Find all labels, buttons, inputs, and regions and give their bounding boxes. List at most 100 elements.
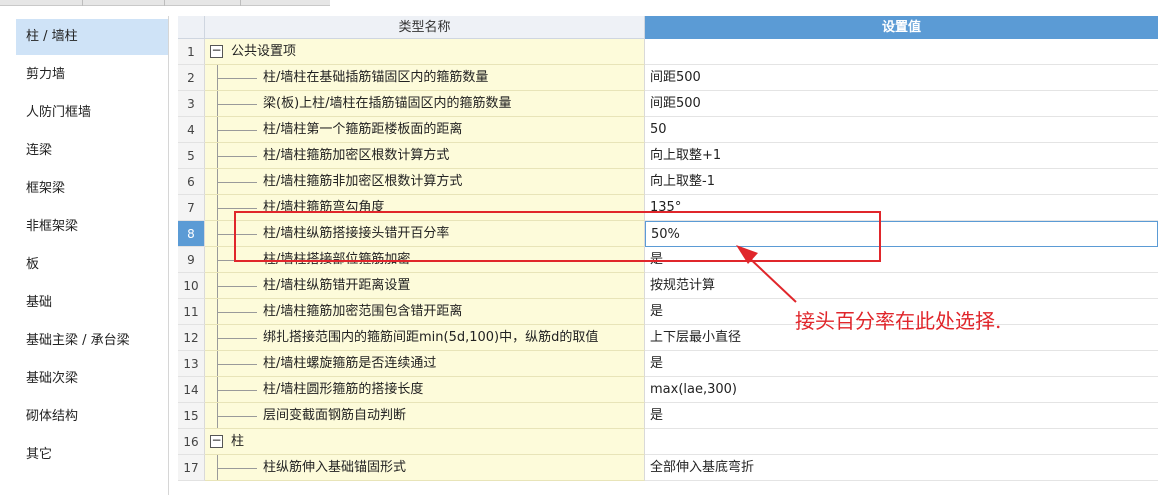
- sidebar-item[interactable]: 剪力墙: [16, 57, 168, 93]
- sidebar-item[interactable]: 基础次梁: [16, 361, 168, 397]
- setting-name-label: 梁(板)上柱/墙柱在插筋锚固区内的箍筋数量: [263, 96, 512, 111]
- table-row[interactable]: 9 柱/墙柱搭接部位箍筋加密 是: [178, 247, 1158, 273]
- type-name-cell[interactable]: 绑扎搭接范围内的箍筋间距min(5d,100)中，纵筋d的取值: [205, 325, 645, 351]
- tree-guide-tick: [217, 260, 257, 261]
- tree-guide-tick: [217, 104, 257, 105]
- collapse-toggle-icon[interactable]: −: [210, 434, 223, 448]
- setting-value-cell[interactable]: 间距500: [645, 65, 1158, 91]
- table-row[interactable]: 11 柱/墙柱箍筋加密范围包含错开距离是: [178, 299, 1158, 325]
- row-number[interactable]: 14: [178, 377, 205, 403]
- type-name-cell[interactable]: 柱/墙柱纵筋错开距离设置: [205, 273, 645, 299]
- row-number[interactable]: 15: [178, 403, 205, 429]
- row-number[interactable]: 12: [178, 325, 205, 351]
- setting-name-label: 柱/墙柱纵筋错开距离设置: [263, 278, 411, 293]
- setting-name-label: 柱/墙柱箍筋非加密区根数计算方式: [263, 174, 463, 189]
- type-name-cell[interactable]: 柱/墙柱箍筋非加密区根数计算方式: [205, 169, 645, 195]
- row-number[interactable]: 13: [178, 351, 205, 377]
- tree-guide-tick: [217, 416, 257, 417]
- table-row[interactable]: 3 梁(板)上柱/墙柱在插筋锚固区内的箍筋数量 间距500: [178, 91, 1158, 117]
- row-number[interactable]: 16: [178, 429, 205, 455]
- row-number[interactable]: 7: [178, 195, 205, 221]
- type-name-cell[interactable]: − 柱: [205, 429, 645, 455]
- collapse-toggle-icon[interactable]: −: [210, 44, 223, 58]
- table-row[interactable]: 6 柱/墙柱箍筋非加密区根数计算方式 向上取整-1: [178, 169, 1158, 195]
- table-row[interactable]: 7 柱/墙柱箍筋弯勾角度 135°: [178, 195, 1158, 221]
- type-name-cell[interactable]: 柱纵筋伸入基础锚固形式: [205, 455, 645, 481]
- setting-value-cell[interactable]: 向上取整+1: [645, 143, 1158, 169]
- setting-name-label: 柱纵筋伸入基础锚固形式: [263, 460, 407, 475]
- table-row[interactable]: 16− 柱: [178, 429, 1158, 455]
- row-number[interactable]: 5: [178, 143, 205, 169]
- sidebar-item[interactable]: 框架梁: [16, 171, 168, 207]
- top-tab-strip: [0, 0, 1158, 8]
- type-name-cell[interactable]: 柱/墙柱搭接部位箍筋加密: [205, 247, 645, 273]
- row-number[interactable]: 3: [178, 91, 205, 117]
- type-name-cell[interactable]: 柱/墙柱第一个箍筋距楼板面的距离: [205, 117, 645, 143]
- table-row[interactable]: 10 柱/墙柱纵筋错开距离设置 按规范计算: [178, 273, 1158, 299]
- row-number[interactable]: 2: [178, 65, 205, 91]
- type-name-cell[interactable]: 柱/墙柱箍筋加密范围包含错开距离: [205, 299, 645, 325]
- setting-value-cell[interactable]: 按规范计算: [645, 273, 1158, 299]
- row-number[interactable]: 6: [178, 169, 205, 195]
- setting-value-cell[interactable]: 向上取整-1: [645, 169, 1158, 195]
- type-name-cell[interactable]: − 公共设置项: [205, 39, 645, 65]
- type-name-cell[interactable]: 层间变截面钢筋自动判断: [205, 403, 645, 429]
- table-row[interactable]: 8 柱/墙柱纵筋搭接接头错开百分率 50%: [178, 221, 1158, 247]
- sidebar-item[interactable]: 其它: [16, 437, 168, 473]
- sidebar-item[interactable]: 砌体结构: [16, 399, 168, 435]
- setting-value-cell[interactable]: 135°: [645, 195, 1158, 221]
- row-number[interactable]: 1: [178, 39, 205, 65]
- setting-name-label: 柱/墙柱箍筋弯勾角度: [263, 200, 385, 215]
- setting-value-cell[interactable]: 全部伸入基底弯折: [645, 455, 1158, 481]
- setting-name-label: 柱/墙柱第一个箍筋距楼板面的距离: [263, 122, 463, 137]
- group-label: 柱: [231, 434, 245, 449]
- sidebar-item[interactable]: 基础主梁 / 承台梁: [16, 323, 168, 359]
- table-row[interactable]: 12 绑扎搭接范围内的箍筋间距min(5d,100)中，纵筋d的取值 上下层最小直径: [178, 325, 1158, 351]
- type-name-cell[interactable]: 柱/墙柱箍筋弯勾角度: [205, 195, 645, 221]
- row-number[interactable]: 17: [178, 455, 205, 481]
- sidebar-item[interactable]: 板: [16, 247, 168, 283]
- row-number[interactable]: 9: [178, 247, 205, 273]
- table-row[interactable]: 14 柱/墙柱圆形箍筋的搭接长度 max(lae,300): [178, 377, 1158, 403]
- row-number[interactable]: 4: [178, 117, 205, 143]
- setting-value-cell[interactable]: 是: [645, 403, 1158, 429]
- setting-value-cell[interactable]: 50: [645, 117, 1158, 143]
- setting-name-label: 柱/墙柱箍筋加密范围包含错开距离: [263, 304, 463, 319]
- setting-value-cell[interactable]: 是: [645, 247, 1158, 273]
- setting-value-cell[interactable]: max(lae,300): [645, 377, 1158, 403]
- setting-name-label: 柱/墙柱搭接部位箍筋加密: [263, 252, 411, 267]
- setting-value-cell[interactable]: [645, 39, 1158, 65]
- grid-header-type-name[interactable]: 类型名称: [205, 16, 645, 39]
- sidebar-item[interactable]: 非框架梁: [16, 209, 168, 245]
- top-tab-bar: [0, 0, 330, 6]
- tree-guide-tick: [217, 130, 257, 131]
- setting-name-label: 柱/墙柱箍筋加密区根数计算方式: [263, 148, 450, 163]
- grid-header-setting-value[interactable]: 设置值: [645, 16, 1158, 39]
- sidebar-item[interactable]: 连梁: [16, 133, 168, 169]
- setting-name-label: 层间变截面钢筋自动判断: [263, 408, 407, 423]
- table-row[interactable]: 5 柱/墙柱箍筋加密区根数计算方式 向上取整+1: [178, 143, 1158, 169]
- table-row[interactable]: 4 柱/墙柱第一个箍筋距楼板面的距离 50: [178, 117, 1158, 143]
- setting-value-cell[interactable]: 间距500: [645, 91, 1158, 117]
- type-name-cell[interactable]: 柱/墙柱在基础插筋锚固区内的箍筋数量: [205, 65, 645, 91]
- type-name-cell[interactable]: 柱/墙柱圆形箍筋的搭接长度: [205, 377, 645, 403]
- setting-value-cell[interactable]: [645, 429, 1158, 455]
- type-name-cell[interactable]: 梁(板)上柱/墙柱在插筋锚固区内的箍筋数量: [205, 91, 645, 117]
- row-number[interactable]: 11: [178, 299, 205, 325]
- sidebar-item[interactable]: 基础: [16, 285, 168, 321]
- row-number[interactable]: 10: [178, 273, 205, 299]
- table-row[interactable]: 15 层间变截面钢筋自动判断 是: [178, 403, 1158, 429]
- type-name-cell[interactable]: 柱/墙柱纵筋搭接接头错开百分率: [205, 221, 645, 247]
- table-row[interactable]: 1− 公共设置项: [178, 39, 1158, 65]
- table-row[interactable]: 17 柱纵筋伸入基础锚固形式 全部伸入基底弯折: [178, 455, 1158, 481]
- setting-value-cell[interactable]: 50%: [645, 221, 1158, 247]
- sidebar-item[interactable]: 人防门框墙: [16, 95, 168, 131]
- table-row[interactable]: 13 柱/墙柱螺旋箍筋是否连续通过 是: [178, 351, 1158, 377]
- table-row[interactable]: 2 柱/墙柱在基础插筋锚固区内的箍筋数量 间距500: [178, 65, 1158, 91]
- type-name-cell[interactable]: 柱/墙柱箍筋加密区根数计算方式: [205, 143, 645, 169]
- setting-name-label: 柱/墙柱圆形箍筋的搭接长度: [263, 382, 424, 397]
- sidebar-item[interactable]: 柱 / 墙柱: [16, 19, 168, 55]
- row-number[interactable]: 8: [178, 221, 205, 247]
- type-name-cell[interactable]: 柱/墙柱螺旋箍筋是否连续通过: [205, 351, 645, 377]
- setting-value-cell[interactable]: 是: [645, 351, 1158, 377]
